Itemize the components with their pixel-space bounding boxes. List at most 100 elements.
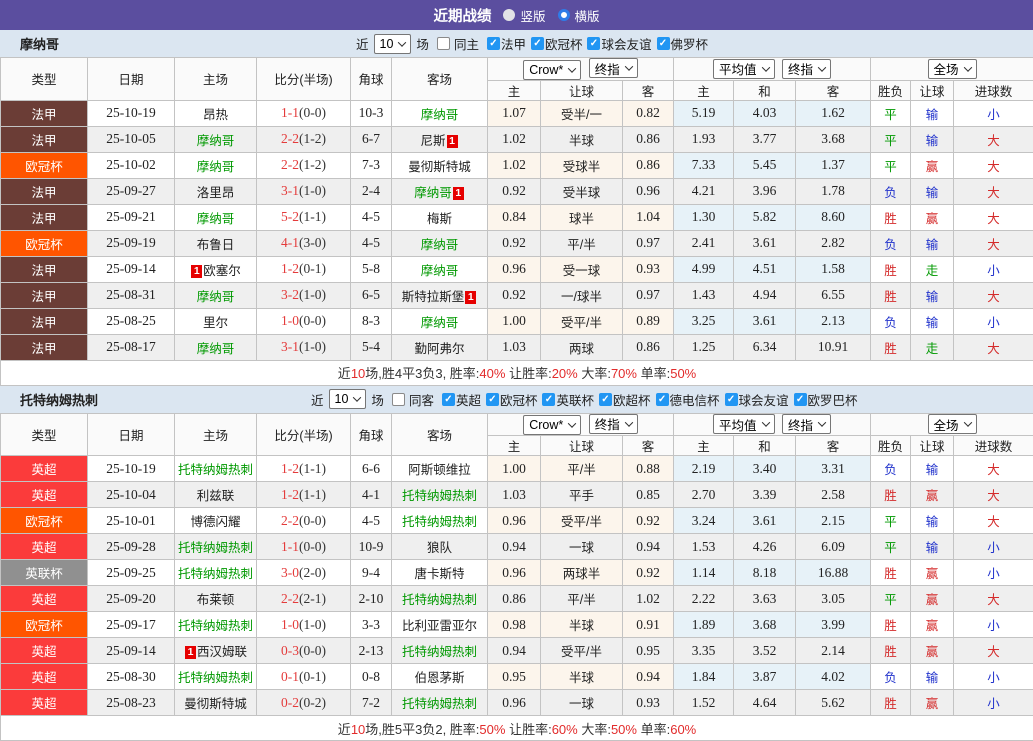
away-team[interactable]: 唐卡斯特 bbox=[392, 560, 488, 586]
league-filter-checkbox[interactable]: ✓法甲 bbox=[487, 34, 526, 53]
fulltime-select[interactable]: 全场 bbox=[928, 59, 977, 79]
league-filter-checkbox[interactable]: ✓德电信杯 bbox=[656, 390, 720, 409]
home-team[interactable]: 1欧塞尔 bbox=[175, 256, 257, 282]
checkbox-checked-icon[interactable]: ✓ bbox=[542, 393, 555, 406]
match-count-select[interactable]: 10 bbox=[329, 389, 367, 409]
away-team[interactable]: 摩纳哥 bbox=[392, 308, 488, 334]
home-team[interactable]: 摩纳哥 bbox=[175, 152, 257, 178]
away-team[interactable]: 斯特拉斯堡1 bbox=[392, 282, 488, 308]
away-team[interactable]: 托特纳姆热刺 bbox=[392, 638, 488, 664]
away-team[interactable]: 梅斯 bbox=[392, 204, 488, 230]
league-filter-checkbox[interactable]: ✓佛罗杯 bbox=[657, 34, 709, 53]
checkbox-checked-icon[interactable]: ✓ bbox=[656, 393, 669, 406]
away-team[interactable]: 托特纳姆热刺 bbox=[392, 482, 488, 508]
away-team[interactable]: 曼彻斯特城 bbox=[392, 152, 488, 178]
checkbox-unchecked-icon[interactable] bbox=[392, 393, 405, 406]
away-team[interactable]: 狼队 bbox=[392, 534, 488, 560]
odds-time-select[interactable]: 终指 bbox=[589, 58, 638, 78]
home-team[interactable]: 布莱顿 bbox=[175, 586, 257, 612]
col-header-home: 主场 bbox=[175, 58, 257, 101]
checkbox-checked-icon[interactable]: ✓ bbox=[657, 37, 670, 50]
away-team[interactable]: 勤阿弗尔 bbox=[392, 334, 488, 360]
away-team[interactable]: 尼斯1 bbox=[392, 126, 488, 152]
league-badge: 欧冠杯 bbox=[1, 508, 88, 534]
same-venue-checkbox[interactable]: 同客 bbox=[392, 390, 434, 409]
odds-time-select[interactable]: 终指 bbox=[589, 414, 638, 434]
layout-radio-vertical[interactable]: 竖版 bbox=[503, 6, 545, 25]
checkbox-checked-icon[interactable]: ✓ bbox=[442, 393, 455, 406]
league-filter-label: 球会友谊 bbox=[601, 34, 651, 53]
home-team[interactable]: 博德闪耀 bbox=[175, 508, 257, 534]
average-source-select[interactable]: 平均值 bbox=[713, 59, 775, 79]
away-team[interactable]: 托特纳姆热刺 bbox=[392, 690, 488, 716]
chevron-down-icon bbox=[353, 393, 361, 401]
odds-handicap: 受一球 bbox=[541, 256, 623, 282]
home-team[interactable]: 布鲁日 bbox=[175, 230, 257, 256]
home-team[interactable]: 洛里昂 bbox=[175, 178, 257, 204]
odds-source-select[interactable]: Crow* bbox=[523, 415, 581, 435]
same-venue-checkbox[interactable]: 同主 bbox=[437, 34, 479, 53]
col-header-date: 日期 bbox=[88, 413, 175, 456]
checkbox-checked-icon[interactable]: ✓ bbox=[725, 393, 738, 406]
home-team[interactable]: 摩纳哥 bbox=[175, 126, 257, 152]
checkbox-checked-icon[interactable]: ✓ bbox=[486, 393, 499, 406]
home-team[interactable]: 摩纳哥 bbox=[175, 334, 257, 360]
league-filter-checkbox[interactable]: ✓欧冠杯 bbox=[531, 34, 583, 53]
radio-horizontal-label: 横版 bbox=[575, 6, 600, 25]
radio-selected-icon[interactable] bbox=[558, 9, 570, 21]
checkbox-checked-icon[interactable]: ✓ bbox=[487, 37, 500, 50]
league-filter-checkbox[interactable]: ✓英超 bbox=[442, 390, 481, 409]
checkbox-checked-icon[interactable]: ✓ bbox=[587, 37, 600, 50]
home-team[interactable]: 托特纳姆热刺 bbox=[175, 560, 257, 586]
away-team[interactable]: 托特纳姆热刺 bbox=[392, 586, 488, 612]
layout-radio-horizontal[interactable]: 横版 bbox=[558, 6, 600, 25]
average-time-select[interactable]: 终指 bbox=[782, 59, 831, 79]
away-team[interactable]: 摩纳哥 bbox=[392, 230, 488, 256]
col-header-type: 类型 bbox=[1, 58, 88, 101]
match-date: 25-09-27 bbox=[88, 178, 175, 204]
sub-header-avg-away: 客 bbox=[796, 436, 871, 456]
home-team[interactable]: 托特纳姆热刺 bbox=[175, 664, 257, 690]
checkbox-unchecked-icon[interactable] bbox=[437, 37, 450, 50]
match-count-select[interactable]: 10 bbox=[374, 34, 412, 54]
chevron-down-icon bbox=[568, 64, 576, 72]
league-filter-checkbox[interactable]: ✓欧罗巴杯 bbox=[794, 390, 858, 409]
away-team[interactable]: 摩纳哥 bbox=[392, 100, 488, 126]
home-team[interactable]: 1西汉姆联 bbox=[175, 638, 257, 664]
home-team[interactable]: 托特纳姆热刺 bbox=[175, 456, 257, 482]
result-goals: 大 bbox=[954, 482, 1033, 508]
home-team[interactable]: 利兹联 bbox=[175, 482, 257, 508]
league-filter-checkbox[interactable]: ✓英联杯 bbox=[542, 390, 594, 409]
home-team[interactable]: 摩纳哥 bbox=[175, 282, 257, 308]
home-team[interactable]: 摩纳哥 bbox=[175, 204, 257, 230]
away-team[interactable]: 摩纳哥1 bbox=[392, 178, 488, 204]
checkbox-checked-icon[interactable]: ✓ bbox=[599, 393, 612, 406]
home-team[interactable]: 托特纳姆热刺 bbox=[175, 534, 257, 560]
result-handicap: 输 bbox=[911, 456, 954, 482]
home-team[interactable]: 昂热 bbox=[175, 100, 257, 126]
result-handicap: 赢 bbox=[911, 690, 954, 716]
home-team[interactable]: 曼彻斯特城 bbox=[175, 690, 257, 716]
league-filter-checkbox[interactable]: ✓欧超杯 bbox=[599, 390, 651, 409]
league-filter-checkbox[interactable]: ✓欧冠杯 bbox=[486, 390, 538, 409]
average-source-select[interactable]: 平均值 bbox=[713, 414, 775, 434]
away-team[interactable]: 阿斯顿维拉 bbox=[392, 456, 488, 482]
away-team[interactable]: 伯恩茅斯 bbox=[392, 664, 488, 690]
away-team[interactable]: 托特纳姆热刺 bbox=[392, 508, 488, 534]
fulltime-select[interactable]: 全场 bbox=[928, 414, 977, 434]
odds-home: 0.84 bbox=[488, 204, 541, 230]
checkbox-checked-icon[interactable]: ✓ bbox=[794, 393, 807, 406]
average-time-select[interactable]: 终指 bbox=[782, 414, 831, 434]
home-team[interactable]: 里尔 bbox=[175, 308, 257, 334]
radio-unselected-icon[interactable] bbox=[503, 9, 515, 21]
table-row: 法甲 25-08-17 摩纳哥 3-1(1-0) 5-4 勤阿弗尔 1.03 两… bbox=[1, 334, 1033, 360]
away-team[interactable]: 摩纳哥 bbox=[392, 256, 488, 282]
sub-header-avg-home: 主 bbox=[674, 80, 734, 100]
league-filter-checkbox[interactable]: ✓球会友谊 bbox=[725, 390, 789, 409]
odds-source-select[interactable]: Crow* bbox=[523, 60, 581, 80]
avg-away: 5.62 bbox=[796, 690, 871, 716]
home-team[interactable]: 托特纳姆热刺 bbox=[175, 612, 257, 638]
away-team[interactable]: 比利亚雷亚尔 bbox=[392, 612, 488, 638]
checkbox-checked-icon[interactable]: ✓ bbox=[531, 37, 544, 50]
league-filter-checkbox[interactable]: ✓球会友谊 bbox=[587, 34, 651, 53]
